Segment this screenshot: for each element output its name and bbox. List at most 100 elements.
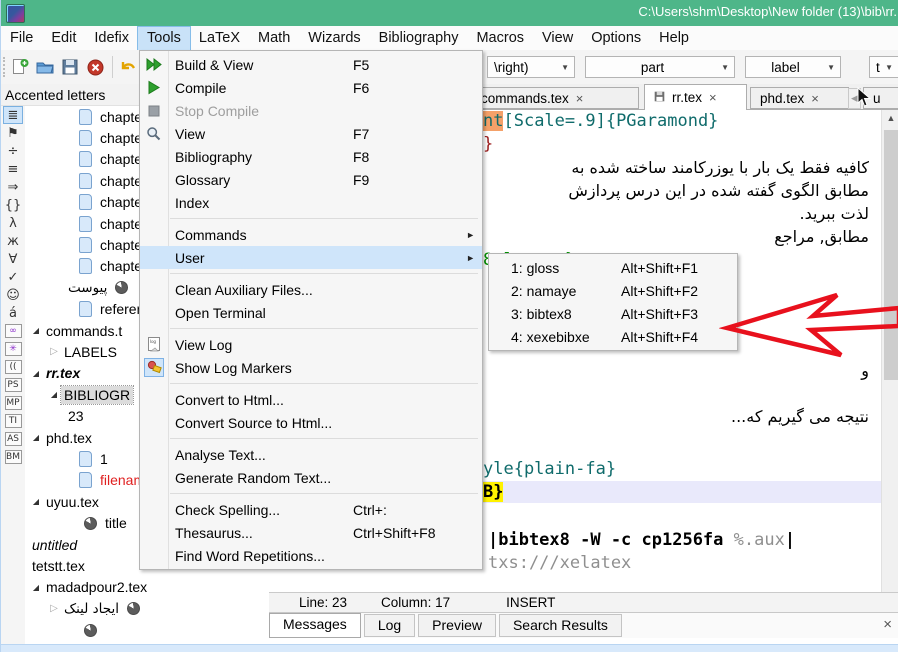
menu-item-open-terminal[interactable]: Open Terminal — [140, 301, 482, 324]
tree-item-label[interactable]: chapte — [97, 236, 145, 254]
menu-item-index[interactable]: Index — [140, 191, 482, 214]
editor-tab-commandstex[interactable]: commands.tex× — [471, 87, 639, 109]
expanded-arrow-icon[interactable]: ◢ — [29, 497, 43, 506]
tree-item-label[interactable]: commands.t — [43, 322, 125, 340]
accented-letters-icon[interactable]: á — [3, 304, 23, 322]
tree-item-label[interactable]: 1 — [97, 450, 111, 468]
tree-item-label[interactable]: 23 — [65, 407, 87, 425]
tree-item-label[interactable]: uyuu.tex — [43, 493, 102, 511]
tree-item-label[interactable]: ایجاد لینک — [61, 600, 122, 618]
text-misc-icon[interactable]: ✓ — [3, 268, 23, 286]
menu-item-convert-to-html[interactable]: Convert to Html... — [140, 388, 482, 411]
menu-item-check-spelling[interactable]: Check Spelling...Ctrl+: — [140, 498, 482, 521]
smiley-icon[interactable]: ☺ — [3, 286, 23, 304]
tree-item-label[interactable]: rr.tex — [43, 364, 83, 382]
tree-item-label[interactable]: chapte — [97, 108, 145, 126]
menu-item-view-log[interactable]: logView Log — [140, 333, 482, 356]
menu-item-user[interactable]: User► — [140, 246, 482, 269]
tree-item-label[interactable]: phd.tex — [43, 429, 95, 447]
tree-item-label[interactable]: LABELS — [61, 343, 120, 361]
bookmarks-icon[interactable]: ⚑ — [3, 124, 23, 142]
menu-item-generate-random-text[interactable]: Generate Random Text... — [140, 466, 482, 489]
greek-icon[interactable]: λ — [3, 214, 23, 232]
expanded-arrow-icon[interactable]: ◢ — [29, 326, 43, 335]
mp-icon[interactable]: MP — [5, 396, 22, 410]
user-macro-namaye[interactable]: 2: namayeAlt+Shift+F2 — [489, 279, 737, 302]
expanded-arrow-icon[interactable]: ◢ — [47, 390, 61, 399]
tree-item-label[interactable]: chapte — [97, 215, 145, 233]
menubar-item-idefix[interactable]: Idefix — [85, 27, 138, 50]
menubar-item-latex[interactable]: LaTeX — [190, 27, 249, 50]
label-combo[interactable]: label▼ — [745, 56, 841, 78]
menubar-item-help[interactable]: Help — [650, 27, 698, 50]
panel-tab-messages[interactable]: Messages — [269, 613, 361, 638]
editor-tab-phdtex[interactable]: phd.tex× — [750, 87, 849, 109]
menubar-item-view[interactable]: View — [533, 27, 582, 50]
menubar-item-macros[interactable]: Macros — [467, 27, 533, 50]
menu-item-compile[interactable]: CompileF6 — [140, 76, 482, 99]
tree-item-label[interactable]: chapte — [97, 193, 145, 211]
collapsed-arrow-icon[interactable]: ▷ — [47, 603, 61, 614]
menubar-item-file[interactable]: File — [1, 27, 42, 50]
panel-tab-log[interactable]: Log — [364, 614, 415, 637]
tab-close-icon[interactable]: × — [576, 91, 584, 106]
infinity-icon[interactable]: ∞ — [5, 324, 22, 338]
scrollbar-thumb[interactable] — [884, 130, 898, 380]
save-icon[interactable] — [59, 56, 81, 78]
menu-item-find-word-repetitions[interactable]: Find Word Repetitions... — [140, 544, 482, 567]
menu-item-thesaurus[interactable]: Thesaurus...Ctrl+Shift+F8 — [140, 521, 482, 544]
menu-item-build-view[interactable]: Build & ViewF5 — [140, 53, 482, 76]
tab-close-icon[interactable]: × — [709, 90, 717, 105]
menu-item-analyse-text[interactable]: Analyse Text... — [140, 443, 482, 466]
new-document-icon[interactable] — [9, 56, 31, 78]
editor-tab-rrtex[interactable]: rr.tex× — [644, 84, 747, 110]
close-panel-icon[interactable]: × — [883, 616, 892, 633]
math-misc-icon[interactable]: ∀ — [3, 250, 23, 268]
tree-row[interactable]: ◢madadpour2.tex — [25, 577, 269, 598]
menu-item-show-log-markers[interactable]: Show Log Markers — [140, 356, 482, 379]
sectioning-combo[interactable]: part▼ — [585, 56, 735, 78]
as-icon[interactable]: AS — [5, 432, 22, 446]
tree-item-label[interactable]: chapte — [97, 172, 145, 190]
tab-close-icon[interactable]: × — [811, 91, 819, 106]
user-macro-bibtex8[interactable]: 3: bibtex8Alt+Shift+F3 — [489, 302, 737, 325]
asterisk-icon[interactable]: ✳ — [5, 342, 22, 356]
undo-icon[interactable] — [117, 56, 139, 78]
panel-tab-search-results[interactable]: Search Results — [499, 614, 622, 637]
partial-combo[interactable]: t▼ — [869, 56, 898, 78]
scroll-up-icon[interactable]: ▲ — [882, 110, 898, 126]
operators-icon[interactable]: ÷ — [3, 142, 23, 160]
open-icon[interactable] — [34, 56, 56, 78]
tree-item-label[interactable]: title — [102, 514, 130, 532]
menu-item-clean-auxiliary-files[interactable]: Clean Auxiliary Files... — [140, 278, 482, 301]
editor-tab-u[interactable]: u — [863, 87, 898, 109]
cyrillic-icon[interactable]: ж — [3, 232, 23, 250]
tab-scroll-left-icon[interactable]: ◀ — [848, 88, 861, 109]
tree-item-label[interactable] — [102, 629, 108, 631]
editor-vertical-scrollbar[interactable]: ▲ ▼ — [881, 110, 898, 607]
menubar-item-options[interactable]: Options — [582, 27, 650, 50]
arrows-icon[interactable]: ⇒ — [3, 178, 23, 196]
tree-item-label[interactable]: madadpour2.tex — [43, 578, 150, 596]
expanded-arrow-icon[interactable]: ◢ — [29, 583, 43, 592]
bm-icon[interactable]: BM — [5, 450, 22, 464]
menubar-item-tools[interactable]: Tools — [138, 27, 190, 50]
tree-row[interactable] — [25, 619, 269, 640]
tree-item-label[interactable]: chapte — [97, 129, 145, 147]
close-file-icon[interactable] — [84, 56, 106, 78]
tree-item-label[interactable]: BIBLIOGR — [61, 386, 133, 404]
relations-icon[interactable]: ≡ — [3, 160, 23, 178]
tree-item-label[interactable]: untitled — [29, 536, 80, 554]
brackets-icon[interactable]: (( — [5, 360, 22, 374]
right-paren-combo[interactable]: \right)▼ — [487, 56, 575, 78]
structure-icon[interactable]: ≣ — [3, 106, 23, 124]
menubar-item-edit[interactable]: Edit — [42, 27, 85, 50]
collapsed-arrow-icon[interactable]: ▷ — [47, 346, 61, 357]
tree-item-label[interactable]: tetstt.tex — [29, 557, 88, 575]
menu-item-stop-compile[interactable]: Stop Compile — [140, 99, 482, 122]
tree-item-label[interactable]: chapte — [97, 150, 145, 168]
delimiters-icon[interactable]: {} — [3, 196, 23, 214]
ps-icon[interactable]: PS — [5, 378, 22, 392]
menu-item-convert-source-to-html[interactable]: Convert Source to Html... — [140, 411, 482, 434]
menu-item-commands[interactable]: Commands► — [140, 223, 482, 246]
